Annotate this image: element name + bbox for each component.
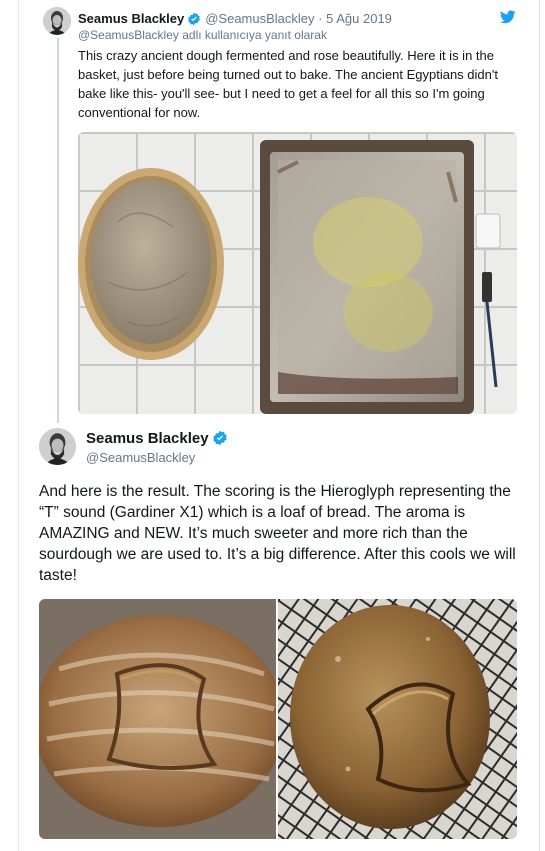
display-name[interactable]: Seamus Blackley xyxy=(78,11,184,26)
verified-badge-icon xyxy=(212,430,228,450)
display-name: Seamus Blackley xyxy=(86,430,232,450)
tweet-photo-bread-loaf[interactable] xyxy=(39,599,276,839)
user-handle[interactable]: @SeamusBlackley xyxy=(205,11,314,26)
tweet-photo-bread-cooling-rack[interactable] xyxy=(278,599,517,839)
tweet-text: And here is the result. The scoring is t… xyxy=(39,483,516,584)
user-handle[interactable]: @SeamusBlackley xyxy=(86,450,195,465)
twitter-bird-icon[interactable] xyxy=(499,10,516,29)
tweet-date[interactable]: 5 Ağu 2019 xyxy=(326,11,392,26)
avatar-image xyxy=(39,428,76,465)
display-name-text[interactable]: Seamus Blackley xyxy=(86,430,209,447)
tweet-photo-dough-and-tray[interactable] xyxy=(78,132,517,414)
avatar[interactable] xyxy=(39,428,76,465)
thread-connector-line xyxy=(57,38,59,423)
avatar[interactable] xyxy=(43,7,71,35)
separator-dot: · xyxy=(318,11,323,26)
reply-context[interactable]: @SeamusBlackley adlı kullanıcıya yanıt o… xyxy=(78,28,327,42)
avatar-image xyxy=(43,7,71,35)
tweet-text: This crazy ancient dough fermented and r… xyxy=(78,48,498,120)
